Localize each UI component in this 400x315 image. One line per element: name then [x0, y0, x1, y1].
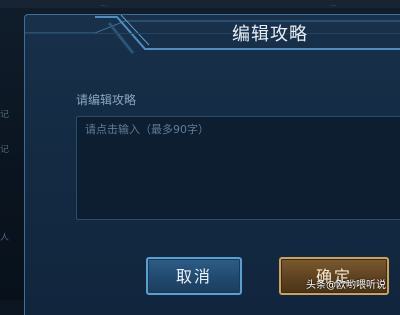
background-side-label: 记	[0, 110, 10, 120]
cancel-button[interactable]: 取消	[146, 257, 242, 295]
input-placeholder: 请点击输入（最多90字）	[85, 123, 209, 136]
guide-text-input[interactable]: 请点击输入（最多90字）	[76, 116, 400, 220]
background-text-top: …	[100, 0, 107, 8]
background-text-top-right: …	[330, 0, 337, 8]
dialog-header-ornament	[25, 15, 400, 54]
background-side-label: 记	[0, 145, 10, 155]
background-top-strip	[0, 0, 400, 8]
dialog-title: 编辑攻略	[232, 24, 308, 45]
guide-field-label: 请编辑攻略	[76, 93, 137, 107]
background-side-label: 人	[0, 233, 10, 243]
watermark-text: 头条@欧哟喂听说	[306, 280, 386, 291]
